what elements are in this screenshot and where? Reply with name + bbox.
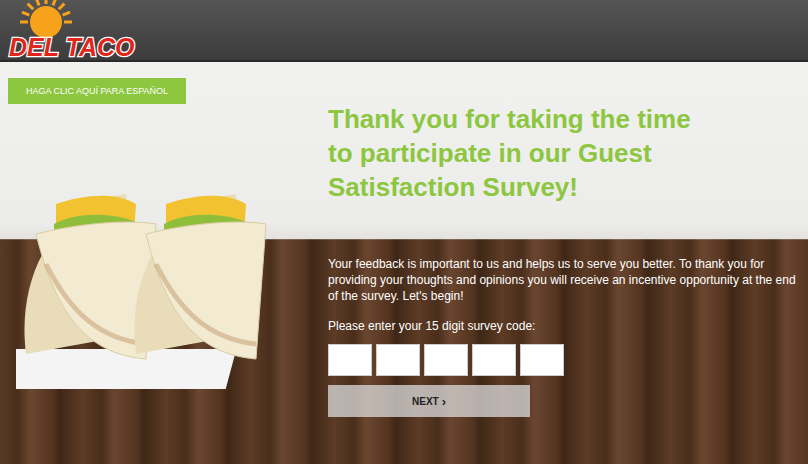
- intro-text: Your feedback is important to us and hel…: [328, 256, 806, 304]
- next-button[interactable]: NEXT›: [328, 385, 530, 417]
- main: HAGA CLIC AQUÍ PARA ESPAÑOL Thank you for…: [0, 62, 808, 464]
- code-field[interactable]: [328, 344, 372, 376]
- code-field[interactable]: [520, 344, 564, 376]
- code-field[interactable]: [376, 344, 420, 376]
- logo-text: DEL TACO: [9, 33, 135, 61]
- left-column: HAGA CLIC AQUÍ PARA ESPAÑOL: [0, 62, 328, 464]
- tacos-picture: [16, 164, 296, 394]
- heading: Thank you for taking the time to partici…: [328, 102, 700, 204]
- survey-page: DEL TACO HAGA CLIC AQUÍ PARA ESPAÑOL Thank…: [0, 0, 808, 464]
- taco-icon: [134, 194, 266, 359]
- chevron-right-icon: ›: [442, 395, 446, 408]
- header: DEL TACO: [0, 0, 808, 62]
- code-label: Please enter your 15 digit survey code:: [328, 318, 808, 334]
- code-field[interactable]: [472, 344, 516, 376]
- code-fields: [328, 344, 808, 376]
- del-taco-logo[interactable]: DEL TACO: [6, 4, 140, 74]
- code-field[interactable]: [424, 344, 468, 376]
- survey-panel: Thank you for taking the time to partici…: [328, 62, 808, 464]
- language-button[interactable]: HAGA CLIC AQUÍ PARA ESPAÑOL: [8, 78, 186, 104]
